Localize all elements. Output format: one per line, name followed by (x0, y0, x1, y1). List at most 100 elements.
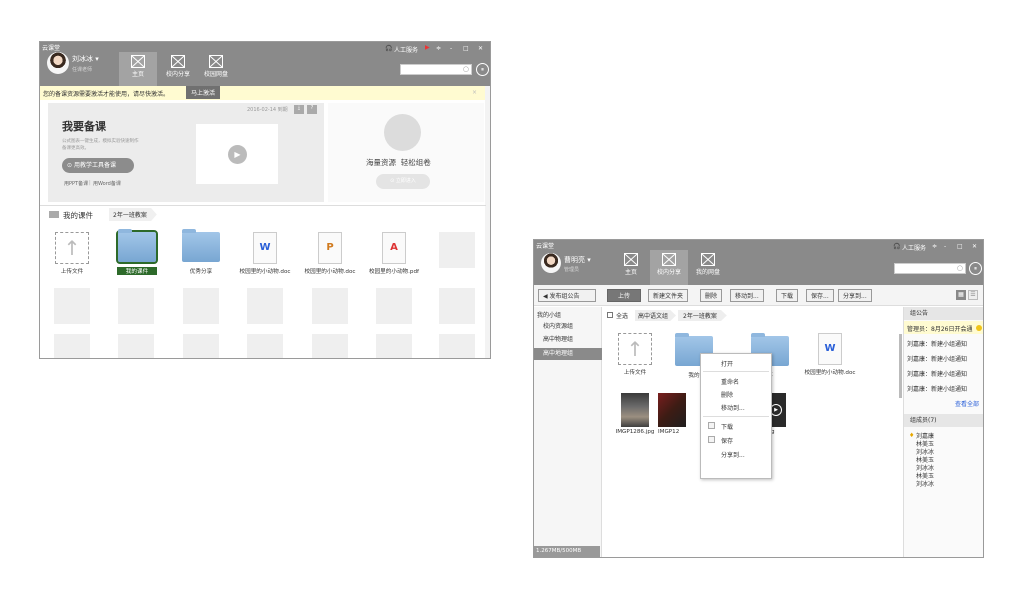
sidebar-item[interactable]: 高中物理组 (534, 334, 602, 346)
ppt-prep-link[interactable]: 用PPT备课 (64, 180, 88, 187)
tab-school-share[interactable]: 校内分享 (159, 52, 197, 86)
announcement-item[interactable]: 刘嘉康：新建小组通知 (907, 339, 967, 348)
folder-label: 优秀分享 (189, 269, 213, 275)
activate-button[interactable]: 马上激活 (186, 86, 221, 99)
app-title: 云课堂 (42, 45, 61, 52)
announcement-item[interactable]: 刘嘉康：新建小组通知 (907, 384, 967, 393)
new-folder-button[interactable]: 新建文件夹 (648, 289, 689, 302)
delete-button[interactable]: 删除 (700, 289, 723, 302)
select-all-label[interactable]: 全选 (616, 311, 628, 320)
search-input[interactable]: ○ (400, 64, 472, 75)
select-all-checkbox[interactable] (607, 312, 613, 318)
tab-home[interactable]: 主页 (119, 52, 157, 86)
file-pdf[interactable]: A 校园里的小动物.pdf (364, 232, 424, 275)
upload-button[interactable]: 上传 (607, 289, 641, 302)
tab-school-share[interactable]: 校内分享 (650, 250, 688, 285)
breadcrumb-item[interactable]: 2年一班教案 (113, 212, 147, 219)
tab-school-share-label: 校内分享 (165, 71, 190, 78)
user-name[interactable]: 曹明亮 ▾ (564, 255, 591, 265)
tab-home[interactable]: 主页 (612, 250, 650, 285)
view-all-link[interactable]: 查看全部 (955, 399, 979, 408)
close-button[interactable]: ✕ (478, 45, 483, 52)
breadcrumb-item[interactable]: 高中语文组 (635, 310, 677, 321)
service-link[interactable]: 人工服务 (902, 243, 926, 252)
move-to-button[interactable]: 移动到... (730, 289, 764, 302)
wifi-icon[interactable]: ≑ (932, 243, 937, 250)
tab-school-share-label: 校内分享 (656, 269, 681, 276)
teaching-tool-button[interactable]: ⊙ 用教学工具备课 (62, 158, 134, 173)
title-bar: 云课堂 刘冰冰 ▾ 任课老师 主页 校内分享 校园网盘 🎧 人工服务 ▶ ≑ -… (40, 42, 490, 86)
empty-slot (54, 288, 90, 324)
avatar[interactable] (541, 253, 561, 273)
headset-icon[interactable]: 🎧 (385, 45, 392, 52)
menu-item-delete[interactable]: 删除 (721, 390, 733, 399)
upload-file[interactable]: ↑ 上传文件 (42, 232, 102, 275)
empty-slot (247, 288, 283, 324)
video-thumbnail[interactable]: ▶ (196, 124, 278, 184)
help-icon[interactable]: ? (307, 105, 317, 114)
word-prep-link[interactable]: 用Word备课 (93, 180, 121, 187)
download-icon[interactable]: ⤓ (294, 105, 304, 114)
sidebar-item-selected[interactable]: 高中地理组 (534, 348, 602, 360)
notice-close-icon[interactable]: × (472, 89, 477, 96)
file-label: 校园里的小动物.doc (304, 269, 356, 275)
speaker-icon: ◀ (543, 293, 548, 300)
announcement-item-highlighted[interactable]: 管理员：8月26日开会通 (904, 321, 983, 334)
user-name[interactable]: 刘冰冰 ▾ (72, 54, 99, 64)
search-icon[interactable]: ○ (463, 65, 469, 73)
menu-item-share[interactable]: 分享到... (721, 450, 745, 459)
save-button[interactable]: 保存... (806, 289, 834, 302)
close-button[interactable]: ✕ (972, 243, 977, 250)
search-icon[interactable]: ○ (957, 264, 963, 272)
enter-button[interactable]: ⊙ 立即进入 (376, 174, 430, 189)
wifi-icon[interactable]: ≑ (436, 45, 441, 52)
content-scrollbar[interactable] (899, 334, 902, 398)
teaching-tool-label: 用教学工具备课 (73, 162, 116, 169)
menu-item-move[interactable]: 移动到... (721, 403, 745, 412)
play-icon[interactable]: ▶ (228, 145, 247, 164)
search-input[interactable]: ○ (894, 263, 966, 274)
headset-icon[interactable]: 🎧 (893, 243, 900, 250)
maximize-button[interactable]: □ (957, 243, 963, 250)
tab-my-disk[interactable]: 我的网盘 (689, 250, 727, 285)
menu-item-rename[interactable]: 重命名 (721, 377, 739, 386)
upload-file[interactable]: ↑ 上传文件 (605, 333, 665, 376)
tab-home-label: 主页 (131, 71, 144, 78)
announcement-item[interactable]: 刘嘉康：新建小组通知 (907, 354, 967, 363)
grid-view-icon[interactable]: ▦ (956, 290, 966, 300)
file-doc[interactable]: W 校园里的小动物.doc (235, 232, 295, 275)
folder-icon (182, 229, 220, 262)
tab-campus-disk[interactable]: 校园网盘 (197, 52, 235, 86)
menu-item-download[interactable]: 下载 (721, 422, 733, 431)
download-icon (708, 422, 715, 429)
download-button[interactable]: 下载 (776, 289, 799, 302)
menu-item-open[interactable]: 打开 (721, 359, 733, 368)
publish-announcement-button[interactable]: ◀ 发布组公告 (538, 289, 596, 302)
file-doc-ppt[interactable]: P 校园里的小动物.doc (300, 232, 360, 275)
upload-label: 上传文件 (60, 269, 84, 275)
maximize-button[interactable]: □ (463, 45, 469, 52)
breadcrumb[interactable]: 2年一班教案 (109, 208, 157, 221)
folder-my-courseware[interactable]: 我的课件 (107, 229, 167, 275)
folder-excellent-share[interactable]: 优秀分享 (171, 229, 231, 275)
resource-panel: 海量资源 轻松组卷 ⊙ 立即进入 (328, 103, 484, 202)
group-window: 云课堂 曹明亮 ▾ 管理员 主页 校内分享 我的网盘 🎧 人工服务 ≑ - □ … (533, 239, 984, 558)
share-to-button[interactable]: 分享到... (838, 289, 872, 302)
minimize-button[interactable]: - (944, 243, 946, 250)
toggle-icon[interactable]: ⏸ (476, 63, 489, 76)
sidebar-item[interactable]: 校内资源组 (534, 321, 602, 333)
toggle-icon[interactable]: ⏸ (969, 262, 982, 275)
photo-file[interactable]: IMGP12 (652, 393, 692, 435)
minimize-button[interactable]: - (450, 45, 452, 52)
menu-item-save[interactable]: 保存 (721, 436, 733, 445)
breadcrumb-item[interactable]: 2年一班教案 (678, 310, 727, 321)
upload-icon: ↑ (618, 333, 652, 365)
file-doc[interactable]: W 校园里的小动物.doc (800, 333, 860, 376)
list-view-icon[interactable]: ☰ (968, 290, 978, 300)
avatar[interactable] (47, 52, 69, 74)
announcement-item[interactable]: 刘嘉康：新建小组通知 (907, 369, 967, 378)
flag-icon[interactable]: ▶ (425, 44, 430, 51)
clock-icon: ⊙ (67, 162, 73, 169)
member-item[interactable]: 刘冰冰 (916, 479, 934, 488)
service-link[interactable]: 人工服务 (394, 45, 418, 54)
